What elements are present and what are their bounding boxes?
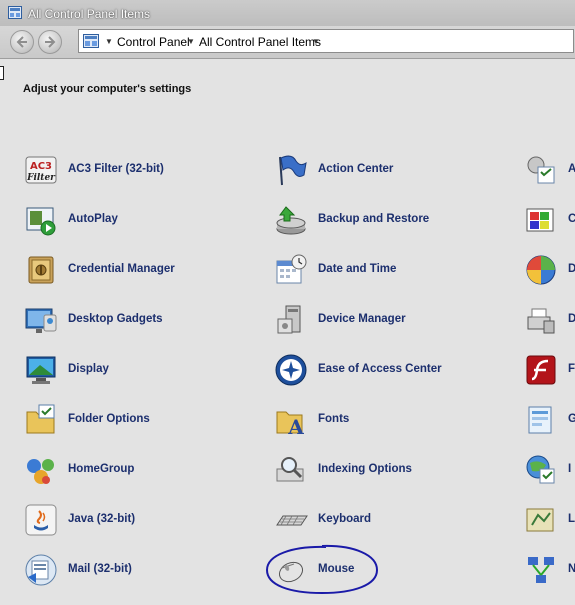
svg-text:AC3: AC3	[30, 161, 52, 172]
item-display[interactable]: Display	[24, 353, 224, 387]
item-label: HomeGroup	[68, 463, 135, 475]
control-panel-location-icon	[83, 34, 99, 48]
item-label: C	[568, 213, 575, 225]
item-column3-row8[interactable]: L	[524, 503, 575, 537]
network-sharing-icon	[528, 557, 554, 583]
location-chevron-icon[interactable]: ▼	[105, 37, 113, 46]
color-management-icon	[526, 208, 554, 232]
item-label: G	[568, 413, 575, 425]
item-column3-row3[interactable]: D	[524, 253, 575, 287]
item-label: Keyboard	[318, 513, 372, 525]
item-label: D	[568, 263, 575, 275]
annotation-circle	[265, 544, 379, 595]
item-keyboard[interactable]: Keyboard	[274, 503, 504, 537]
item-column3-row1[interactable]: A	[524, 153, 575, 187]
item-java[interactable]: Java (32-bit)	[24, 503, 224, 537]
mail-icon	[25, 554, 57, 586]
display-icon	[26, 356, 56, 384]
item-label: Desktop Gadgets	[68, 313, 163, 325]
fonts-icon: A	[276, 411, 304, 437]
window-title-bar: All Control Panel Items	[0, 0, 575, 27]
forward-arrow-icon	[45, 36, 56, 48]
back-button[interactable]	[10, 30, 34, 54]
desktop-gadgets-icon	[25, 308, 57, 333]
item-label: Credential Manager	[68, 263, 175, 275]
breadcrumb-all-items[interactable]: All Control Panel Items	[199, 35, 321, 49]
item-label: Display	[68, 363, 109, 375]
ac3-filter-icon: AC3 Filter	[25, 156, 57, 184]
item-autoplay[interactable]: AutoPlay	[24, 203, 224, 237]
item-label: Backup and Restore	[318, 213, 430, 225]
keyboard-icon	[276, 515, 308, 526]
credential-manager-icon	[28, 256, 54, 284]
item-column3-row5[interactable]: F	[524, 353, 575, 387]
item-label: Ease of Access Center	[318, 363, 442, 375]
address-bar[interactable]: ▼ Control Panel ▼ All Control Panel Item…	[78, 29, 574, 53]
backup-restore-icon	[276, 206, 306, 235]
svg-text:Filter: Filter	[26, 173, 56, 183]
item-label: Indexing Options	[318, 463, 412, 475]
item-label: Mail (32-bit)	[68, 563, 132, 575]
default-programs-icon	[526, 255, 556, 285]
location-sensors-icon	[526, 508, 554, 532]
homegroup-icon	[27, 459, 54, 484]
ease-of-access-icon	[275, 354, 307, 386]
breadcrumb-chevron-icon[interactable]: ▼	[187, 37, 195, 46]
item-label: D	[568, 313, 575, 325]
item-label: N	[568, 563, 575, 575]
item-label: Action Center	[318, 163, 394, 175]
item-fonts[interactable]: A Fonts	[274, 403, 504, 437]
window-edge	[0, 66, 4, 80]
item-desktop-gadgets[interactable]: Desktop Gadgets	[24, 303, 224, 337]
item-ac3-filter[interactable]: AC3 Filter AC3 Filter (32-bit)	[24, 153, 224, 187]
item-label: I	[568, 463, 572, 475]
device-manager-icon	[277, 305, 301, 334]
item-label: L	[568, 513, 575, 525]
control-panel-icon	[8, 6, 22, 19]
item-column3-row9[interactable]: N	[524, 553, 575, 587]
item-label: Folder Options	[68, 413, 150, 425]
item-label: Fonts	[318, 413, 350, 425]
item-label: AC3 Filter (32-bit)	[68, 163, 164, 175]
item-label: Device Manager	[318, 313, 406, 325]
java-icon	[25, 504, 57, 536]
navigation-bar: ▼ Control Panel ▼ All Control Panel Item…	[0, 26, 575, 59]
date-time-icon	[276, 254, 307, 284]
item-device-manager[interactable]: Device Manager	[274, 303, 504, 337]
item-folder-options[interactable]: Folder Options	[24, 403, 224, 437]
item-column3-row7[interactable]: I	[524, 453, 575, 487]
devices-printers-icon	[527, 308, 555, 334]
item-action-center[interactable]: Action Center	[274, 153, 504, 187]
window-title: All Control Panel Items	[28, 7, 151, 21]
folder-options-icon	[26, 404, 55, 434]
indexing-options-icon	[276, 457, 304, 482]
item-credential-manager[interactable]: Credential Manager	[24, 253, 224, 287]
item-ease-of-access[interactable]: Ease of Access Center	[274, 353, 504, 387]
item-label: Date and Time	[318, 263, 397, 275]
item-label: A	[568, 163, 575, 175]
breadcrumb-chevron-icon[interactable]: ▼	[312, 37, 320, 46]
action-center-flag-icon	[279, 155, 307, 186]
item-homegroup[interactable]: HomeGroup	[24, 453, 224, 487]
svg-text:A: A	[287, 415, 304, 437]
item-indexing-options[interactable]: Indexing Options	[274, 453, 504, 487]
item-mail[interactable]: Mail (32-bit)	[24, 553, 224, 587]
internet-options-icon	[526, 455, 555, 484]
item-column3-row6[interactable]: G	[524, 403, 575, 437]
item-backup-restore[interactable]: Backup and Restore	[274, 203, 504, 237]
item-column3-row4[interactable]: D	[524, 303, 575, 337]
getting-started-icon	[528, 406, 552, 434]
administrative-tools-icon	[527, 156, 555, 184]
back-arrow-icon	[16, 36, 27, 48]
item-label: Java (32-bit)	[68, 513, 136, 525]
page-heading: Adjust your computer's settings	[23, 83, 192, 95]
item-label: AutoPlay	[68, 213, 118, 225]
item-label: F	[568, 363, 575, 375]
autoplay-icon	[26, 207, 56, 236]
item-column3-row2[interactable]: C	[524, 203, 575, 237]
forward-button[interactable]	[38, 30, 62, 54]
flash-player-icon	[526, 355, 556, 385]
breadcrumb-control-panel[interactable]: Control Panel	[117, 35, 190, 49]
item-date-time[interactable]: Date and Time	[274, 253, 504, 287]
